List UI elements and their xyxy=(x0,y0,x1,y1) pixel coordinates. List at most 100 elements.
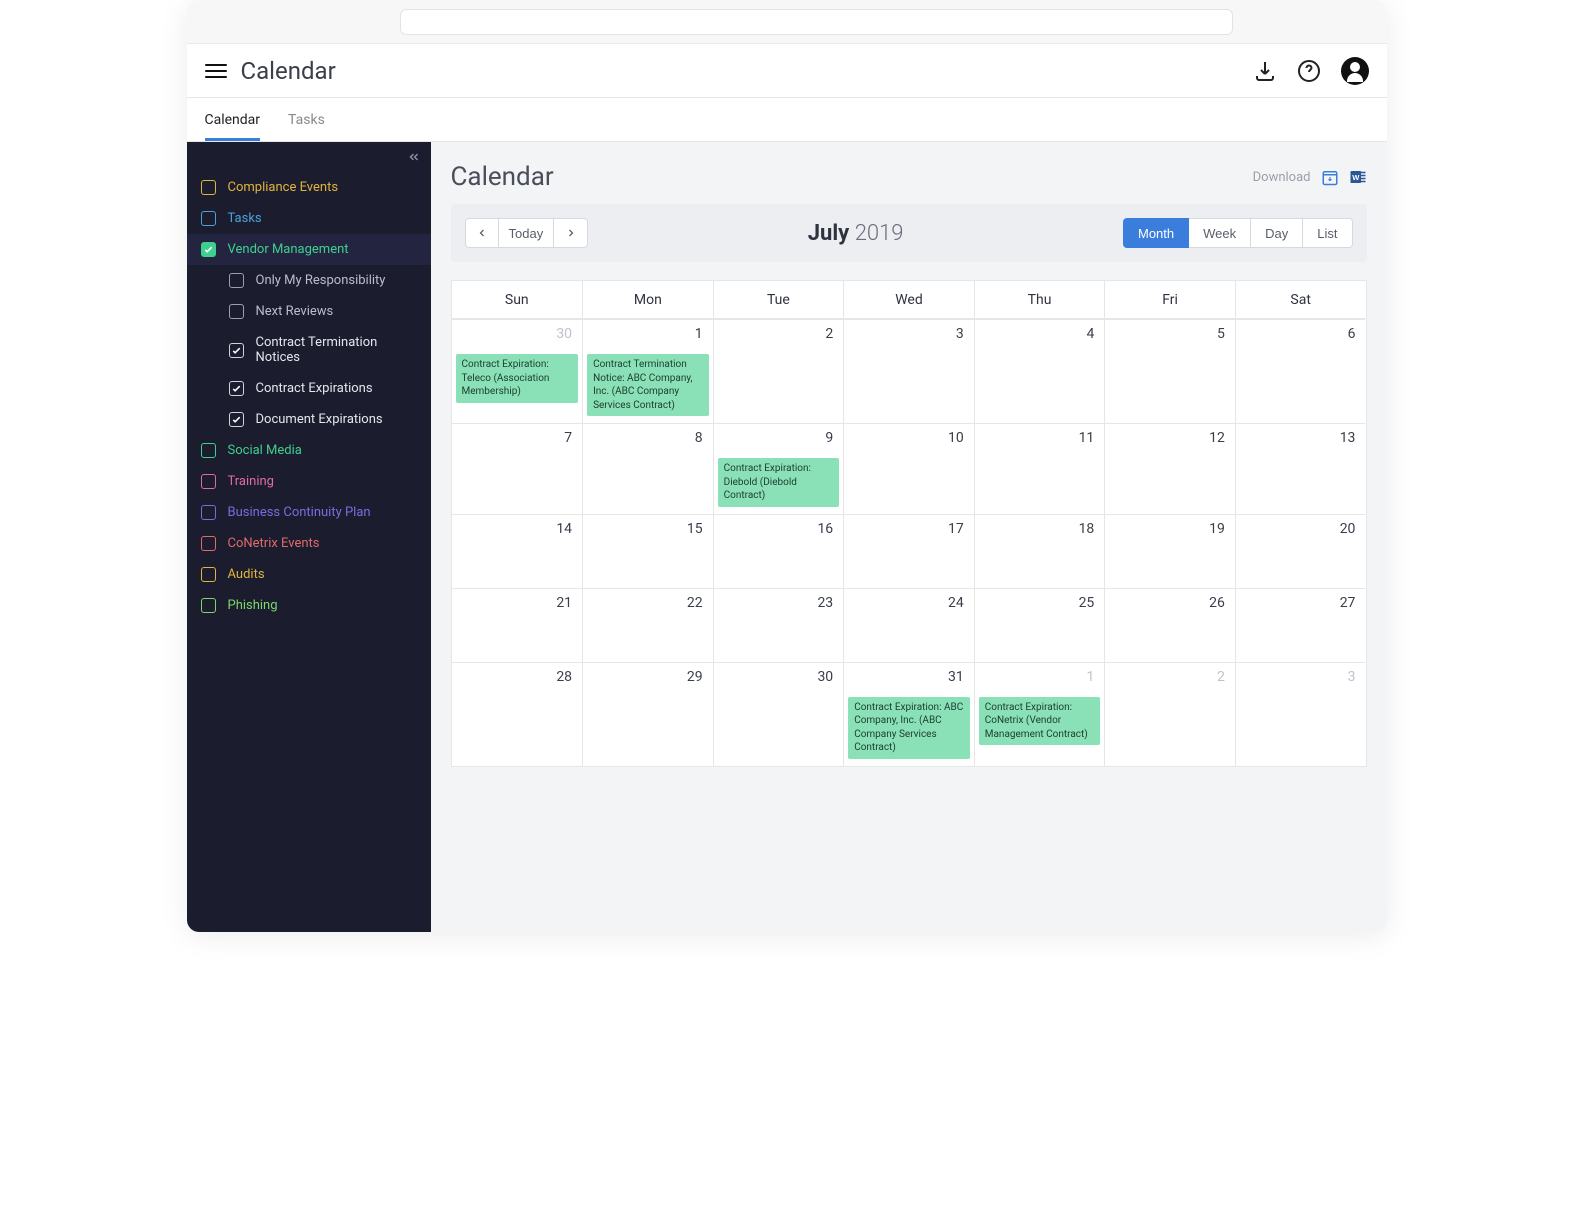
calendar-event[interactable]: Contract Expiration: ABC Company, Inc. (… xyxy=(848,697,970,759)
day-cell[interactable]: 26 xyxy=(1104,588,1235,662)
day-number: 14 xyxy=(556,521,572,537)
day-number: 31 xyxy=(948,669,964,685)
checkbox[interactable] xyxy=(201,443,216,458)
calendar-event[interactable]: Contract Expiration: Diebold (Diebold Co… xyxy=(718,458,840,507)
avatar-icon[interactable] xyxy=(1341,57,1369,85)
day-cell[interactable]: 1Contract Termination Notice: ABC Compan… xyxy=(582,319,713,423)
view-day-button[interactable]: Day xyxy=(1251,218,1303,248)
address-bar[interactable] xyxy=(400,9,1233,35)
checkbox[interactable] xyxy=(201,598,216,613)
day-cell[interactable]: 9Contract Expiration: Diebold (Diebold C… xyxy=(713,423,844,514)
day-cell[interactable]: 22 xyxy=(582,588,713,662)
day-cell[interactable]: 3 xyxy=(1235,662,1366,766)
day-cell[interactable]: 30Contract Expiration: Teleco (Associati… xyxy=(452,319,583,423)
day-cell[interactable]: 2 xyxy=(1104,662,1235,766)
day-cell[interactable]: 20 xyxy=(1235,514,1366,588)
window-dot[interactable] xyxy=(247,15,260,28)
day-cell[interactable]: 13 xyxy=(1235,423,1366,514)
checkbox[interactable] xyxy=(201,505,216,520)
checkbox[interactable] xyxy=(201,180,216,195)
sidebar-item[interactable]: Tasks xyxy=(187,203,431,234)
sidebar-item[interactable]: Training xyxy=(187,466,431,497)
checkbox[interactable] xyxy=(229,273,244,288)
tab-tasks[interactable]: Tasks xyxy=(288,112,325,141)
day-cell[interactable]: 24 xyxy=(843,588,974,662)
day-cell[interactable]: 3 xyxy=(843,319,974,423)
download-word-icon[interactable]: W xyxy=(1349,168,1367,186)
sidebar-item[interactable]: Document Expirations xyxy=(187,404,431,435)
sidebar-item[interactable]: Next Reviews xyxy=(187,296,431,327)
window-dot[interactable] xyxy=(201,15,214,28)
day-cell[interactable]: 10 xyxy=(843,423,974,514)
day-number: 11 xyxy=(1079,430,1095,446)
calendar-event[interactable]: Contract Expiration: CoNetrix (Vendor Ma… xyxy=(979,697,1101,746)
calendar-grid: SunMonTueWedThuFriSat 30Contract Expirat… xyxy=(451,280,1367,767)
day-cell[interactable]: 27 xyxy=(1235,588,1366,662)
download-calendar-icon[interactable] xyxy=(1321,168,1339,186)
calendar-event[interactable]: Contract Expiration: Teleco (Association… xyxy=(456,354,579,403)
checkbox[interactable] xyxy=(229,412,244,427)
day-cell[interactable]: 25 xyxy=(974,588,1105,662)
collapse-sidebar-icon[interactable] xyxy=(407,150,421,168)
sidebar-item[interactable]: Only My Responsibility xyxy=(187,265,431,296)
window-dot[interactable] xyxy=(224,15,237,28)
day-cell[interactable]: 2 xyxy=(713,319,844,423)
checkbox[interactable] xyxy=(201,536,216,551)
day-cell[interactable]: 28 xyxy=(452,662,583,766)
day-number: 25 xyxy=(1079,595,1095,611)
day-cell[interactable]: 30 xyxy=(713,662,844,766)
checkbox[interactable] xyxy=(201,474,216,489)
day-number: 15 xyxy=(687,521,703,537)
day-cell[interactable]: 21 xyxy=(452,588,583,662)
day-cell[interactable]: 29 xyxy=(582,662,713,766)
view-week-button[interactable]: Week xyxy=(1189,218,1251,248)
today-button[interactable]: Today xyxy=(499,218,555,248)
checkbox[interactable] xyxy=(229,343,244,358)
view-month-button[interactable]: Month xyxy=(1123,218,1189,248)
day-number: 3 xyxy=(956,326,964,342)
day-cell[interactable]: 5 xyxy=(1104,319,1235,423)
day-cell[interactable]: 31 Contract Expiration: ABC Company, Inc.… xyxy=(843,662,974,766)
sidebar-item[interactable]: Business Continuity Plan xyxy=(187,497,431,528)
day-cell[interactable]: 4 xyxy=(974,319,1105,423)
download-icon[interactable] xyxy=(1253,59,1277,83)
day-cell[interactable]: 15 xyxy=(582,514,713,588)
day-cell[interactable]: 6 xyxy=(1235,319,1366,423)
checkbox[interactable] xyxy=(229,381,244,396)
day-cell[interactable]: 16 xyxy=(713,514,844,588)
sidebar-item[interactable]: Contract Termination Notices xyxy=(187,327,431,373)
calendar-event[interactable]: Contract Termination Notice: ABC Company… xyxy=(587,354,709,416)
sidebar-item[interactable]: CoNetrix Events xyxy=(187,528,431,559)
sidebar-item[interactable]: Vendor Management xyxy=(187,234,431,265)
next-button[interactable] xyxy=(554,218,588,248)
day-cell[interactable]: 19 xyxy=(1104,514,1235,588)
app-header: Calendar xyxy=(187,44,1387,98)
day-cell[interactable]: 11 xyxy=(974,423,1105,514)
checkbox[interactable] xyxy=(201,242,216,257)
day-cell[interactable]: 1Contract Expiration: CoNetrix (Vendor M… xyxy=(974,662,1105,766)
help-icon[interactable] xyxy=(1297,59,1321,83)
day-header: Sat xyxy=(1235,281,1366,319)
day-cell[interactable]: 23 xyxy=(713,588,844,662)
view-list-button[interactable]: List xyxy=(1303,218,1352,248)
prev-button[interactable] xyxy=(465,218,499,248)
day-cell[interactable]: 18 xyxy=(974,514,1105,588)
checkbox[interactable] xyxy=(229,304,244,319)
day-cell[interactable]: 12 xyxy=(1104,423,1235,514)
day-cell[interactable]: 8 xyxy=(582,423,713,514)
sidebar-item[interactable]: Phishing xyxy=(187,590,431,621)
sidebar-item[interactable]: Audits xyxy=(187,559,431,590)
day-cell[interactable]: 14 xyxy=(452,514,583,588)
day-cell[interactable]: 17 xyxy=(843,514,974,588)
checkbox[interactable] xyxy=(201,567,216,582)
day-number: 22 xyxy=(687,595,703,611)
sidebar-item[interactable]: Compliance Events xyxy=(187,172,431,203)
sidebar-item[interactable]: Social Media xyxy=(187,435,431,466)
tab-calendar[interactable]: Calendar xyxy=(205,112,261,141)
sidebar-item[interactable]: Contract Expirations xyxy=(187,373,431,404)
day-number: 28 xyxy=(556,669,572,685)
day-cell[interactable]: 7 xyxy=(452,423,583,514)
sidebar-item-label: Next Reviews xyxy=(256,304,334,319)
checkbox[interactable] xyxy=(201,211,216,226)
menu-icon[interactable] xyxy=(205,60,227,82)
